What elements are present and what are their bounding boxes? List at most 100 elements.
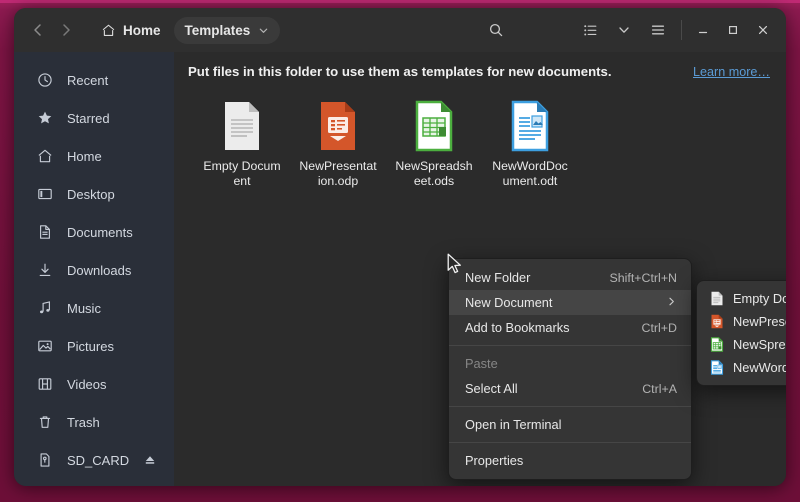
- menu-item-label: Properties: [465, 453, 524, 468]
- sidebar: Recent Starred Home Desktop Documents Do…: [14, 52, 174, 486]
- menu-item-new-document[interactable]: New Document: [449, 290, 691, 315]
- menu-item-select-all[interactable]: Select All Ctrl+A: [449, 376, 691, 401]
- sidebar-item-label: Trash: [67, 414, 100, 430]
- picture-icon: [36, 338, 53, 355]
- sidebar-item-partial[interactable]: [20, 480, 168, 486]
- blank-document-icon: [709, 291, 724, 306]
- sidebar-item-music[interactable]: Music: [20, 290, 168, 326]
- maximize-button[interactable]: [718, 15, 748, 45]
- menu-item-accelerator: Shift+Ctrl+N: [609, 270, 677, 285]
- breadcrumb-home[interactable]: Home: [90, 17, 172, 44]
- submenu-item-newpresentation[interactable]: NewPresentation: [697, 310, 786, 333]
- menu-item-accelerator: Ctrl+D: [641, 320, 677, 335]
- file-list-area[interactable]: Put files in this folder to use them as …: [174, 52, 786, 486]
- submenu-item-label: NewPresentation: [733, 314, 786, 329]
- sidebar-item-home[interactable]: Home: [20, 138, 168, 174]
- back-button[interactable]: [24, 15, 52, 45]
- sidebar-item-label: Pictures: [67, 338, 114, 354]
- search-button[interactable]: [479, 14, 513, 46]
- file-item-empty-document[interactable]: Empty Document: [196, 95, 288, 193]
- main-menu-button[interactable]: [641, 14, 675, 46]
- view-options-button[interactable]: [607, 14, 641, 46]
- menu-item-accelerator: Ctrl+A: [642, 381, 677, 396]
- home-icon: [101, 23, 116, 38]
- hamburger-icon: [650, 22, 666, 38]
- menu-item-label: New Folder: [465, 270, 531, 285]
- sidebar-item-downloads[interactable]: Downloads: [20, 252, 168, 288]
- spreadsheet-icon: [410, 99, 458, 153]
- templates-banner: Put files in this folder to use them as …: [174, 52, 786, 89]
- menu-separator: [449, 406, 691, 407]
- wordprocessor-icon: [709, 360, 724, 375]
- menu-item-label: New Document: [465, 295, 553, 310]
- sidebar-item-recent[interactable]: Recent: [20, 62, 168, 98]
- menu-item-label: Add to Bookmarks: [465, 320, 570, 335]
- wordprocessor-icon: [506, 99, 554, 153]
- star-icon: [36, 110, 53, 127]
- context-menu[interactable]: New Folder Shift+Ctrl+N New Document Add…: [448, 258, 692, 480]
- submenu-item-newworddocument[interactable]: NewWordDocument: [697, 356, 786, 379]
- presentation-icon: [314, 99, 362, 153]
- sidebar-item-videos[interactable]: Videos: [20, 366, 168, 402]
- header-bar: Home Templates: [14, 8, 786, 52]
- file-name: NewSpreadsheet.ods: [395, 159, 473, 188]
- header-divider: [681, 20, 682, 40]
- menu-separator: [449, 442, 691, 443]
- eject-icon[interactable]: [144, 454, 156, 466]
- menu-item-label: Paste: [465, 356, 498, 371]
- desktop-icon: [36, 186, 53, 203]
- file-name: NewPresentation.odp: [299, 159, 377, 188]
- sidebar-item-sd-card[interactable]: SD_CARD: [20, 442, 168, 478]
- document-icon: [36, 224, 53, 241]
- submenu-item-empty-document[interactable]: Empty Document: [697, 287, 786, 310]
- clock-icon: [36, 72, 53, 89]
- header-actions: [479, 14, 778, 46]
- download-icon: [36, 262, 53, 279]
- forward-button[interactable]: [52, 15, 80, 45]
- breadcrumb-home-label: Home: [123, 22, 161, 38]
- video-icon: [36, 376, 53, 393]
- menu-item-label: Select All: [465, 381, 518, 396]
- search-icon: [488, 22, 504, 38]
- minimize-button[interactable]: [688, 15, 718, 45]
- file-name: NewWordDocument.odt: [492, 159, 568, 188]
- spreadsheet-icon: [709, 337, 724, 352]
- menu-item-open-in-terminal[interactable]: Open in Terminal: [449, 412, 691, 437]
- new-document-submenu[interactable]: Empty Document NewPresen: [696, 280, 786, 386]
- menu-item-properties[interactable]: Properties: [449, 448, 691, 473]
- file-item-newworddocument[interactable]: NewWordDocument.odt: [484, 95, 576, 193]
- chevron-down-icon: [258, 25, 269, 36]
- sidebar-item-label: Recent: [67, 72, 109, 88]
- list-view-icon: [583, 23, 598, 38]
- menu-item-new-folder[interactable]: New Folder Shift+Ctrl+N: [449, 265, 691, 290]
- home-icon: [36, 148, 53, 165]
- submenu-item-label: NewSpreadsheet: [733, 337, 786, 352]
- file-manager-window: Home Templates Recent Starred Home Deskt…: [14, 8, 786, 486]
- sidebar-item-pictures[interactable]: Pictures: [20, 328, 168, 364]
- menu-separator: [449, 345, 691, 346]
- file-item-newspreadsheet[interactable]: NewSpreadsheet.ods: [388, 95, 480, 193]
- sidebar-item-documents[interactable]: Documents: [20, 214, 168, 250]
- sidebar-item-label: Downloads: [67, 262, 132, 278]
- sidebar-item-label: Desktop: [67, 186, 115, 202]
- submenu-item-newspreadsheet[interactable]: NewSpreadsheet: [697, 333, 786, 356]
- sidebar-item-desktop[interactable]: Desktop: [20, 176, 168, 212]
- sidebar-item-trash[interactable]: Trash: [20, 404, 168, 440]
- file-item-newpresentation[interactable]: NewPresentation.odp: [292, 95, 384, 193]
- breadcrumb-templates[interactable]: Templates: [173, 16, 281, 44]
- banner-text: Put files in this folder to use them as …: [188, 64, 612, 79]
- sidebar-item-label: Music: [67, 300, 101, 316]
- chevron-down-icon: [617, 23, 631, 37]
- sidebar-item-label: Videos: [67, 376, 107, 392]
- sidebar-item-starred[interactable]: Starred: [20, 100, 168, 136]
- sidebar-item-label: SD_CARD: [67, 452, 130, 468]
- blank-document-icon: [218, 99, 266, 153]
- breadcrumb-templates-label: Templates: [184, 22, 251, 38]
- learn-more-link[interactable]: Learn more…: [693, 65, 770, 79]
- music-note-icon: [36, 300, 53, 317]
- trash-icon: [36, 414, 53, 431]
- menu-item-label: Open in Terminal: [465, 417, 562, 432]
- menu-item-add-to-bookmarks[interactable]: Add to Bookmarks Ctrl+D: [449, 315, 691, 340]
- close-button[interactable]: [748, 15, 778, 45]
- list-view-button[interactable]: [573, 14, 607, 46]
